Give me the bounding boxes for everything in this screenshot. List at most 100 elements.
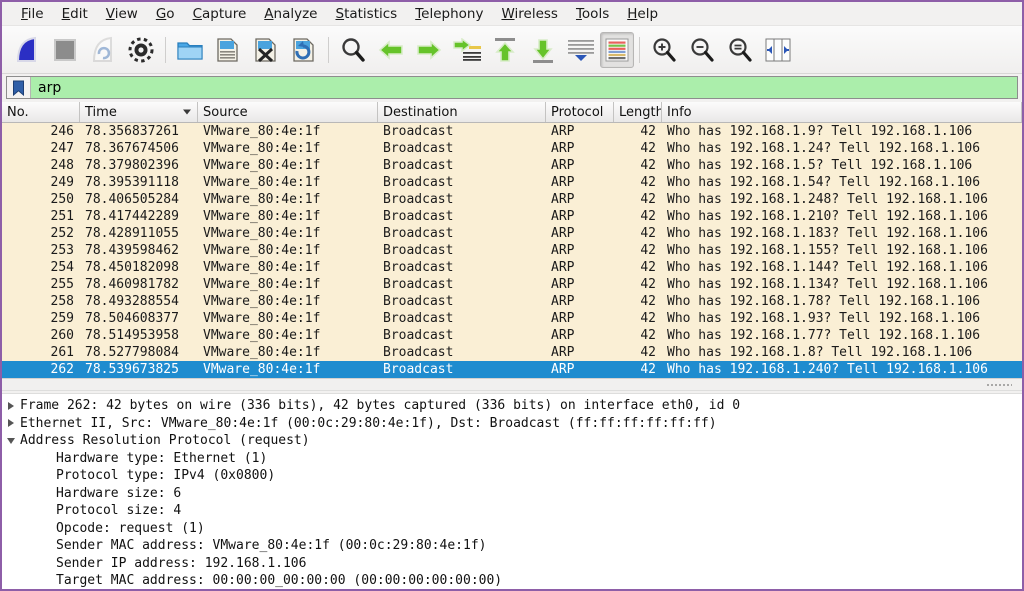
detail-leaf-spacer	[38, 520, 56, 538]
zoom-out-icon[interactable]	[683, 30, 721, 70]
packet-row[interactable]: 247 78.367674506 VMware_80:4e:1f Broadcast A…	[2, 140, 1022, 157]
save-file-icon[interactable]	[209, 30, 247, 70]
zoom-in-icon[interactable]	[645, 30, 683, 70]
packet-cell-len: 42	[640, 260, 656, 275]
capture-options-icon[interactable]	[122, 30, 160, 70]
packet-row[interactable]: 246 78.356837261 VMware_80:4e:1f Broadcast A…	[2, 123, 1022, 140]
packet-row[interactable]: 260 78.514953958 VMware_80:4e:1f Broadcast A…	[2, 327, 1022, 344]
menu-mnemonic: W	[501, 5, 515, 22]
packet-cell-proto: ARP	[551, 175, 575, 190]
menu-item-go[interactable]: Go	[147, 4, 184, 24]
detail-row[interactable]: Address Resolution Protocol (request)	[2, 432, 1022, 450]
packet-row[interactable]: 261 78.527798084 VMware_80:4e:1f Broadcast A…	[2, 344, 1022, 361]
go-forward-icon[interactable]	[410, 30, 448, 70]
packet-details-pane[interactable]: Frame 262: 42 bytes on wire (336 bits), …	[2, 394, 1022, 589]
reload-file-icon[interactable]	[285, 30, 323, 70]
detail-row-text: Target MAC address: 00:00:00_00:00:00 (0…	[56, 573, 503, 588]
menu-item-view[interactable]: View	[97, 4, 147, 24]
packet-list-horizontal-scrollbar[interactable]	[2, 378, 1022, 390]
packet-cell-no: 260	[50, 328, 74, 343]
menu-item-edit[interactable]: Edit	[53, 4, 97, 24]
detail-row[interactable]: Ethernet II, Src: VMware_80:4e:1f (00:0c…	[2, 415, 1022, 433]
go-back-icon[interactable]	[372, 30, 410, 70]
packet-row[interactable]: 249 78.395391118 VMware_80:4e:1f Broadcast A…	[2, 174, 1022, 191]
open-file-icon[interactable]	[171, 30, 209, 70]
menu-item-help[interactable]: Help	[618, 4, 667, 24]
toolbar-separator	[328, 36, 329, 63]
packet-cell-src: VMware_80:4e:1f	[203, 141, 321, 156]
packet-cell-info: Who has 192.168.1.183? Tell 192.168.1.10…	[667, 226, 988, 241]
packet-cell-proto: ARP	[551, 141, 575, 156]
packet-list-rows[interactable]: 246 78.356837261 VMware_80:4e:1f Broadcast A…	[2, 123, 1022, 378]
column-header-destination[interactable]: Destination	[378, 102, 546, 122]
packet-row[interactable]: 259 78.504608377 VMware_80:4e:1f Broadcast A…	[2, 310, 1022, 327]
restart-capture-icon[interactable]	[84, 30, 122, 70]
column-header-length[interactable]: Length	[614, 102, 662, 122]
packet-cell-src: VMware_80:4e:1f	[203, 294, 321, 309]
detail-row-text: Hardware size: 6	[56, 485, 182, 501]
detail-row[interactable]: Hardware size: 6	[2, 485, 1022, 503]
detail-row[interactable]: Protocol type: IPv4 (0x0800)	[2, 467, 1022, 485]
packet-row[interactable]: 258 78.493288554 VMware_80:4e:1f Broadcast A…	[2, 293, 1022, 310]
go-to-packet-icon[interactable]	[448, 30, 486, 70]
find-packet-icon[interactable]	[334, 30, 372, 70]
close-file-icon[interactable]	[247, 30, 285, 70]
packet-cell-proto: ARP	[551, 345, 575, 360]
column-header-info[interactable]: Info	[662, 102, 1022, 122]
column-header-time[interactable]: Time	[80, 102, 198, 122]
packet-row[interactable]: 251 78.417442289 VMware_80:4e:1f Broadcast A…	[2, 208, 1022, 225]
packet-cell-len: 42	[640, 192, 656, 207]
detail-row[interactable]: Frame 262: 42 bytes on wire (336 bits), …	[2, 397, 1022, 415]
packet-row[interactable]: 255 78.460981782 VMware_80:4e:1f Broadcast A…	[2, 276, 1022, 293]
expand-triangle-icon[interactable]	[2, 415, 20, 433]
expand-triangle-icon[interactable]	[2, 397, 20, 415]
detail-row[interactable]: Hardware type: Ethernet (1)	[2, 450, 1022, 468]
auto-scroll-icon[interactable]	[562, 30, 600, 70]
packet-cell-no: 253	[50, 243, 74, 258]
packet-cell-time: 78.450182098	[85, 260, 179, 275]
packet-row[interactable]: 254 78.450182098 VMware_80:4e:1f Broadcast A…	[2, 259, 1022, 276]
packet-cell-len: 42	[640, 328, 656, 343]
colorize-packets-icon[interactable]	[600, 31, 634, 68]
packet-cell-no: 258	[50, 294, 74, 309]
packet-row[interactable]: 252 78.428911055 VMware_80:4e:1f Broadcast A…	[2, 225, 1022, 242]
bookmark-icon[interactable]	[7, 77, 31, 98]
display-filter-field[interactable]	[6, 76, 1018, 99]
packet-cell-time: 78.428911055	[85, 226, 179, 241]
menu-item-file[interactable]: File	[12, 4, 53, 24]
packet-cell-proto: ARP	[551, 362, 575, 377]
packet-row[interactable]: 262 78.539673825 VMware_80:4e:1f Broadcast A…	[2, 361, 1022, 378]
detail-row[interactable]: Target MAC address: 00:00:00_00:00:00 (0…	[2, 572, 1022, 589]
detail-leaf-spacer	[38, 537, 56, 555]
collapse-triangle-icon[interactable]	[2, 432, 20, 450]
column-header-no[interactable]: No.	[2, 102, 80, 122]
column-header-protocol[interactable]: Protocol	[546, 102, 614, 122]
stop-capture-icon[interactable]	[46, 30, 84, 70]
menu-item-statistics[interactable]: Statistics	[326, 4, 406, 24]
menu-item-analyze[interactable]: Analyze	[255, 4, 326, 24]
start-capture-icon[interactable]	[8, 30, 46, 70]
column-header-label: No.	[7, 104, 29, 120]
resize-columns-icon[interactable]	[759, 30, 797, 70]
menu-item-wireless[interactable]: Wireless	[492, 4, 567, 24]
column-header-source[interactable]: Source	[198, 102, 378, 122]
detail-row[interactable]: Opcode: request (1)	[2, 520, 1022, 538]
detail-row-text: Opcode: request (1)	[56, 520, 205, 536]
packet-row[interactable]: 248 78.379802396 VMware_80:4e:1f Broadcast A…	[2, 157, 1022, 174]
display-filter-input[interactable]	[31, 77, 1017, 98]
go-to-last-packet-icon[interactable]	[524, 30, 562, 70]
packet-cell-info: Who has 192.168.1.77? Tell 192.168.1.106	[667, 328, 981, 343]
detail-row[interactable]: Sender MAC address: VMware_80:4e:1f (00:…	[2, 537, 1022, 555]
menu-item-tools[interactable]: Tools	[567, 4, 618, 24]
zoom-reset-icon[interactable]	[721, 30, 759, 70]
detail-row-text: Address Resolution Protocol (request)	[20, 433, 310, 448]
detail-row[interactable]: Protocol size: 4	[2, 502, 1022, 520]
packet-row[interactable]: 250 78.406505284 VMware_80:4e:1f Broadcast A…	[2, 191, 1022, 208]
packet-cell-len: 42	[640, 124, 656, 139]
packet-cell-len: 42	[640, 294, 656, 309]
menu-item-capture[interactable]: Capture	[184, 4, 256, 24]
detail-row[interactable]: Sender IP address: 192.168.1.106	[2, 555, 1022, 573]
menu-item-telephony[interactable]: Telephony	[406, 4, 492, 24]
packet-row[interactable]: 253 78.439598462 VMware_80:4e:1f Broadcast A…	[2, 242, 1022, 259]
go-to-first-packet-icon[interactable]	[486, 30, 524, 70]
